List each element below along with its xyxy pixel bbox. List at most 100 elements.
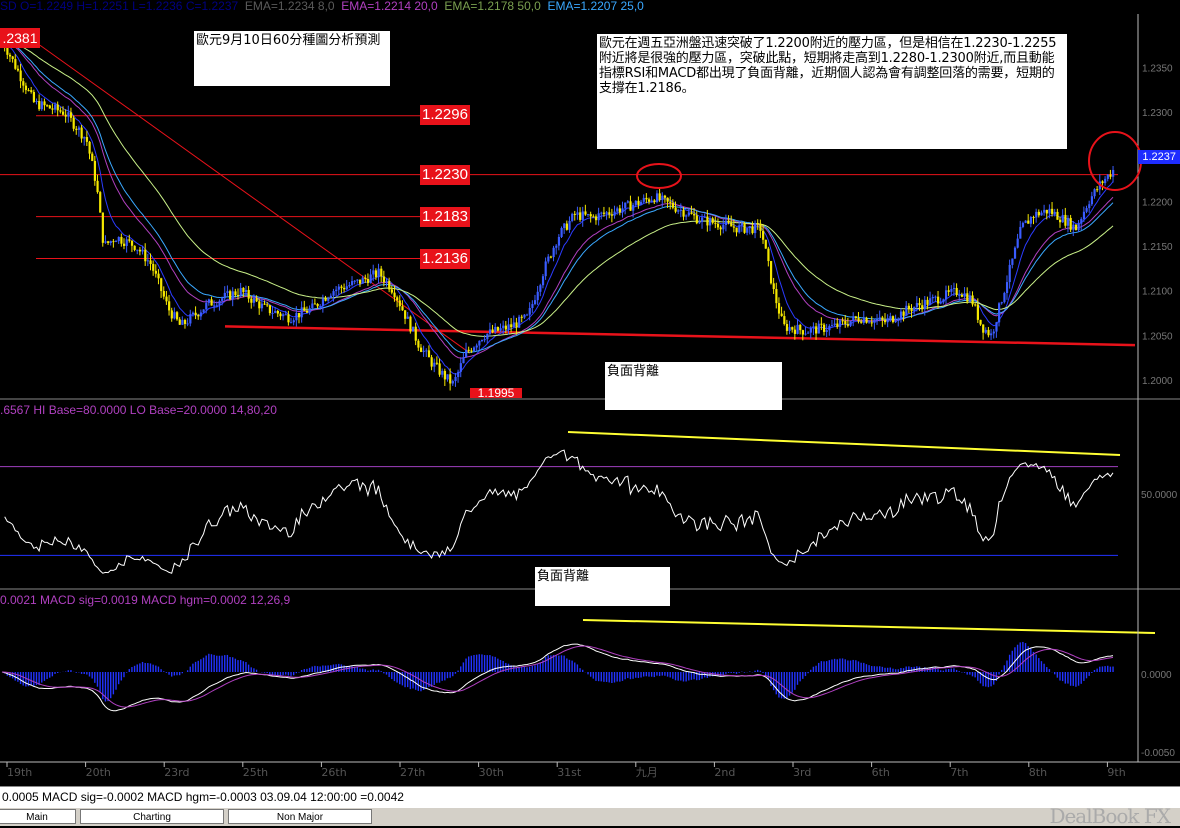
candle-body: [72, 117, 75, 129]
candle-body: [897, 318, 900, 321]
candle-body: [507, 324, 510, 330]
candle-body: [512, 322, 515, 328]
candle-body: [1059, 219, 1062, 223]
support-trendline: [224, 325, 1136, 347]
candle-body: [279, 313, 282, 317]
candle-body: [157, 273, 160, 279]
candle-body: [138, 249, 142, 252]
candle-body: [1008, 264, 1011, 283]
candle-body: [947, 290, 950, 292]
y-tick-7: 1.2000: [1142, 376, 1173, 387]
candle-body: [406, 316, 409, 319]
candle-body: [382, 276, 386, 283]
candle-body: [244, 289, 248, 293]
candle-body: [698, 221, 701, 224]
candle-body: [30, 90, 33, 93]
candle-body: [1061, 214, 1064, 223]
candle-body: [608, 212, 611, 215]
candle-body: [960, 294, 964, 297]
candle-body: [838, 320, 842, 327]
candle-body: [207, 299, 211, 303]
candle-body: [412, 326, 415, 332]
candle-body: [597, 213, 600, 221]
candle-body: [573, 213, 576, 215]
y-tick-3: 1.2200: [1142, 197, 1173, 208]
price-legend: SD O=1.2249 H=1.2251 L=1.2236 C=1.2237 E…: [0, 0, 644, 13]
candle-body: [380, 268, 383, 277]
candle-body: [313, 303, 317, 305]
candle-body: [833, 323, 836, 326]
candle-body: [674, 207, 677, 212]
candle-body: [202, 309, 205, 313]
candle-body: [120, 236, 123, 244]
candle-body: [266, 304, 269, 306]
candle-body: [926, 299, 929, 305]
candle-body: [141, 249, 144, 252]
candle-body: [1082, 211, 1086, 220]
candle-body: [417, 340, 420, 348]
tab-charting[interactable]: Charting: [80, 809, 224, 824]
x-tick-7: 31st: [557, 766, 582, 779]
macd-legend: 0.0021 MACD sig=0.0019 MACD hgm=0.0002 1…: [0, 593, 291, 607]
candle-body: [621, 208, 624, 213]
candle-body: [459, 363, 462, 372]
resistance-circle: [636, 163, 682, 189]
candle-body: [1032, 217, 1035, 219]
candle-body: [435, 362, 439, 364]
candle-body: [234, 291, 237, 296]
candle-body: [1043, 209, 1046, 213]
candle-body: [515, 322, 518, 328]
candle-body: [1090, 196, 1094, 205]
candle-body: [109, 241, 112, 243]
candle-body: [984, 329, 987, 333]
candle-body: [319, 305, 322, 307]
tab-main[interactable]: Main: [0, 809, 76, 824]
candle-body: [144, 249, 147, 262]
candle-body: [136, 249, 139, 251]
x-tick-2: 23rd: [164, 766, 189, 779]
candle-body: [587, 214, 590, 216]
candle-body: [1106, 174, 1109, 179]
candle-body: [311, 303, 314, 309]
candle-body: [351, 281, 354, 285]
candle-body: [345, 286, 348, 290]
candle-body: [854, 316, 858, 319]
tab-non-major[interactable]: Non Major: [228, 809, 372, 824]
candle-body: [844, 320, 847, 325]
candle-body: [56, 104, 59, 111]
candle-body: [767, 248, 770, 262]
candle-body: [162, 291, 165, 297]
candle-body: [523, 314, 526, 318]
candle-body: [544, 261, 547, 277]
candle-body: [799, 324, 802, 331]
candle-body: [173, 312, 176, 319]
candle-body: [1003, 292, 1006, 303]
candle-body: [287, 314, 290, 323]
candle-body: [764, 239, 767, 249]
candle-body: [944, 290, 948, 300]
candle-body: [823, 324, 826, 332]
candle-body: [130, 240, 134, 246]
candle-body: [629, 201, 632, 211]
candle-body: [366, 279, 370, 283]
candle-body: [743, 223, 746, 233]
rsi-line: [4, 449, 1114, 574]
candle-body: [817, 323, 820, 334]
candle-body: [303, 307, 306, 311]
candle-body: [231, 291, 234, 300]
candle-body: [85, 137, 89, 142]
candle-body: [316, 303, 319, 307]
candle-body: [54, 104, 57, 110]
candle-body: [268, 305, 272, 314]
candle-body: [441, 370, 444, 375]
candle-body: [494, 326, 497, 333]
candle-body: [404, 310, 407, 319]
candle-body: [146, 260, 150, 262]
candle-body: [329, 295, 333, 298]
candle-body: [77, 127, 81, 130]
candle-body: [122, 243, 126, 246]
candle-body: [775, 289, 778, 304]
candle-body: [218, 300, 221, 306]
candle-body: [470, 350, 473, 352]
candle-body: [409, 316, 412, 332]
